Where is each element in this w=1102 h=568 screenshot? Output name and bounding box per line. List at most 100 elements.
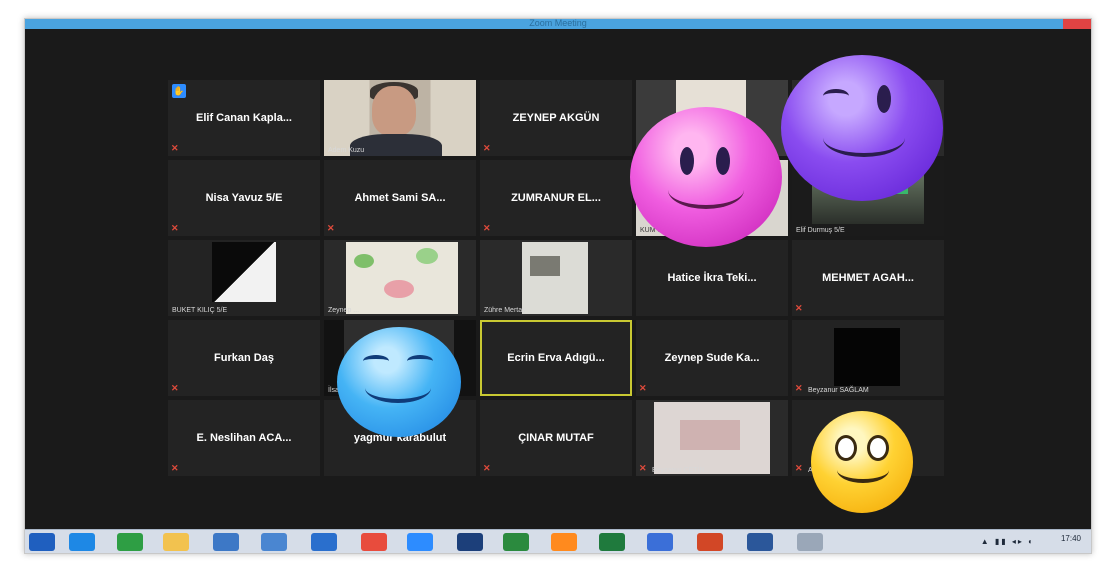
participant-name: E. Neslihan ACA... bbox=[196, 432, 292, 444]
title-bar: Zoom Meeting bbox=[25, 18, 1091, 29]
participant-label: Zühre Mertaş bbox=[484, 307, 526, 314]
participant-name: Nisa Yavuz 5/E bbox=[205, 192, 283, 204]
participant-tile[interactable]: ZUMRANUR EL... ✕ bbox=[480, 160, 632, 236]
close-button[interactable] bbox=[1063, 19, 1091, 29]
taskbar-clock[interactable]: 17:40 bbox=[1061, 534, 1081, 543]
participant-label: Beyzanur SAĞLAM bbox=[808, 387, 869, 394]
participant-name: ZUMRANUR EL... bbox=[511, 192, 601, 204]
participant-name: Zeynep Sude Ka... bbox=[664, 352, 760, 364]
muted-mic-icon: ✕ bbox=[171, 383, 179, 393]
participant-tile[interactable]: ✋ Elif Canan Kapla... ✕ bbox=[168, 80, 320, 156]
participant-video bbox=[792, 320, 944, 396]
home-icon[interactable] bbox=[311, 533, 337, 551]
powerpoint-icon[interactable] bbox=[697, 533, 723, 551]
participant-tile[interactable]: Zühre Mertaş bbox=[480, 240, 632, 316]
participant-tile[interactable]: ÇINAR MUTAF ✕ bbox=[480, 400, 632, 476]
participant-name: Elif Canan Kapla... bbox=[196, 112, 292, 124]
video-paper bbox=[346, 242, 458, 314]
muted-mic-icon: ✕ bbox=[171, 463, 179, 473]
video-frame bbox=[212, 242, 276, 302]
participant-name: Furkan Daş bbox=[214, 352, 274, 364]
participant-tile[interactable]: Adem Kuzu bbox=[324, 80, 476, 156]
muted-mic-icon: ✕ bbox=[639, 383, 647, 393]
muted-mic-icon: ✕ bbox=[795, 303, 803, 313]
participant-tile[interactable]: E. Neslihan ACA... ✕ bbox=[168, 400, 320, 476]
muted-mic-icon: ✕ bbox=[795, 383, 803, 393]
video-paper bbox=[522, 242, 588, 314]
participant-name: ZEYNEP AKGÜN bbox=[512, 112, 600, 124]
video-scribble bbox=[680, 420, 740, 450]
store-icon[interactable] bbox=[117, 533, 143, 551]
photoshop-icon[interactable] bbox=[457, 533, 483, 551]
participant-name: Hatice İkra Teki... bbox=[667, 272, 757, 284]
window-title: Zoom Meeting bbox=[529, 18, 587, 28]
participant-tile[interactable]: Ahmet Sami SA... ✕ bbox=[324, 160, 476, 236]
participant-tile[interactable]: MEHMET AGAH... ✕ bbox=[792, 240, 944, 316]
participant-video bbox=[636, 400, 788, 476]
muted-mic-icon: ✕ bbox=[171, 223, 179, 233]
participant-tile[interactable]: ZEYNEP AKGÜN ✕ bbox=[480, 80, 632, 156]
participant-tile[interactable]: BUKET KILIÇ 5/E bbox=[168, 240, 320, 316]
participant-label: Beyzanur ÇETİN... bbox=[652, 467, 711, 474]
smiley-mouth bbox=[668, 171, 744, 209]
blue-smiley-icon bbox=[337, 327, 461, 437]
paint-icon[interactable] bbox=[797, 533, 823, 551]
participant-tile[interactable]: ✕ Beyzanur ÇETİN... bbox=[636, 400, 788, 476]
participant-tile[interactable]: Zeynep Sude Ka... ✕ bbox=[636, 320, 788, 396]
participant-video bbox=[324, 80, 476, 156]
firefox-icon[interactable] bbox=[551, 533, 577, 551]
drawing-leaf bbox=[416, 248, 438, 264]
drawing-leaf bbox=[354, 254, 374, 268]
video-frame bbox=[834, 328, 900, 386]
music-icon[interactable] bbox=[503, 533, 529, 551]
start-icon[interactable] bbox=[29, 533, 55, 551]
participant-video bbox=[480, 240, 632, 316]
participant-tile[interactable]: Hatice İkra Teki... bbox=[636, 240, 788, 316]
zoom-window: Zoom Meeting ✋ Elif Canan Kapla... ✕ Ade… bbox=[24, 18, 1092, 554]
participant-label: Zeynep ... bbox=[328, 307, 360, 314]
smiley-wink bbox=[823, 89, 849, 103]
participant-label: BUKET KILIÇ 5/E bbox=[172, 307, 228, 314]
participant-label: Adem Kuzu bbox=[328, 147, 365, 154]
participant-video bbox=[324, 240, 476, 316]
participant-name: Ecrin Erva Adıgü... bbox=[507, 352, 605, 364]
camera-icon[interactable] bbox=[647, 533, 673, 551]
zoom-icon[interactable] bbox=[407, 533, 433, 551]
notepad-icon[interactable] bbox=[213, 533, 239, 551]
participant-name: MEHMET AGAH... bbox=[822, 272, 914, 284]
participant-tile[interactable]: ✕ Beyzanur SAĞLAM bbox=[792, 320, 944, 396]
participant-tile[interactable]: Nisa Yavuz 5/E ✕ bbox=[168, 160, 320, 236]
participant-label: Elif Durmuş 5/E bbox=[796, 227, 845, 234]
windows-taskbar: ▲ ▮▮ ◂▸ ◐ 17:40 bbox=[25, 529, 1091, 553]
smiley-mouth bbox=[365, 373, 431, 403]
muted-mic-icon: ✕ bbox=[483, 143, 491, 153]
participant-video bbox=[168, 240, 320, 316]
participant-tile[interactable]: Furkan Daş ✕ bbox=[168, 320, 320, 396]
participant-name: Ahmet Sami SA... bbox=[354, 192, 446, 204]
excel-icon[interactable] bbox=[599, 533, 625, 551]
chrome-icon[interactable] bbox=[361, 533, 387, 551]
internet-explorer-icon[interactable] bbox=[69, 533, 95, 551]
muted-mic-icon: ✕ bbox=[483, 463, 491, 473]
smiley-eye bbox=[407, 355, 433, 367]
active-speaker-tile[interactable]: Ecrin Erva Adıgü... bbox=[480, 320, 632, 396]
gallery-view: ✋ Elif Canan Kapla... ✕ Adem Kuzu ZEYNEP… bbox=[25, 29, 1091, 531]
smiley-eye bbox=[877, 85, 891, 113]
yellow-surprised-smiley-icon bbox=[811, 411, 913, 513]
muted-mic-icon: ✕ bbox=[171, 143, 179, 153]
purple-winking-smiley-icon bbox=[781, 55, 943, 201]
muted-mic-icon: ✕ bbox=[795, 463, 803, 473]
participant-tile[interactable]: Zeynep ... bbox=[324, 240, 476, 316]
smiley-eye bbox=[363, 355, 389, 367]
muted-mic-icon: ✕ bbox=[639, 463, 647, 473]
video-head bbox=[372, 86, 416, 136]
system-tray[interactable]: ▲ ▮▮ ◂▸ ◐ bbox=[981, 537, 1035, 546]
file-explorer-icon[interactable] bbox=[163, 533, 189, 551]
mail-icon[interactable] bbox=[261, 533, 287, 551]
word-icon[interactable] bbox=[747, 533, 773, 551]
smiley-mouth bbox=[837, 457, 889, 483]
muted-mic-icon: ✕ bbox=[327, 223, 335, 233]
smiley-mouth bbox=[823, 119, 905, 157]
participant-name: ÇINAR MUTAF bbox=[518, 432, 594, 444]
raised-hand-icon: ✋ bbox=[172, 84, 186, 98]
